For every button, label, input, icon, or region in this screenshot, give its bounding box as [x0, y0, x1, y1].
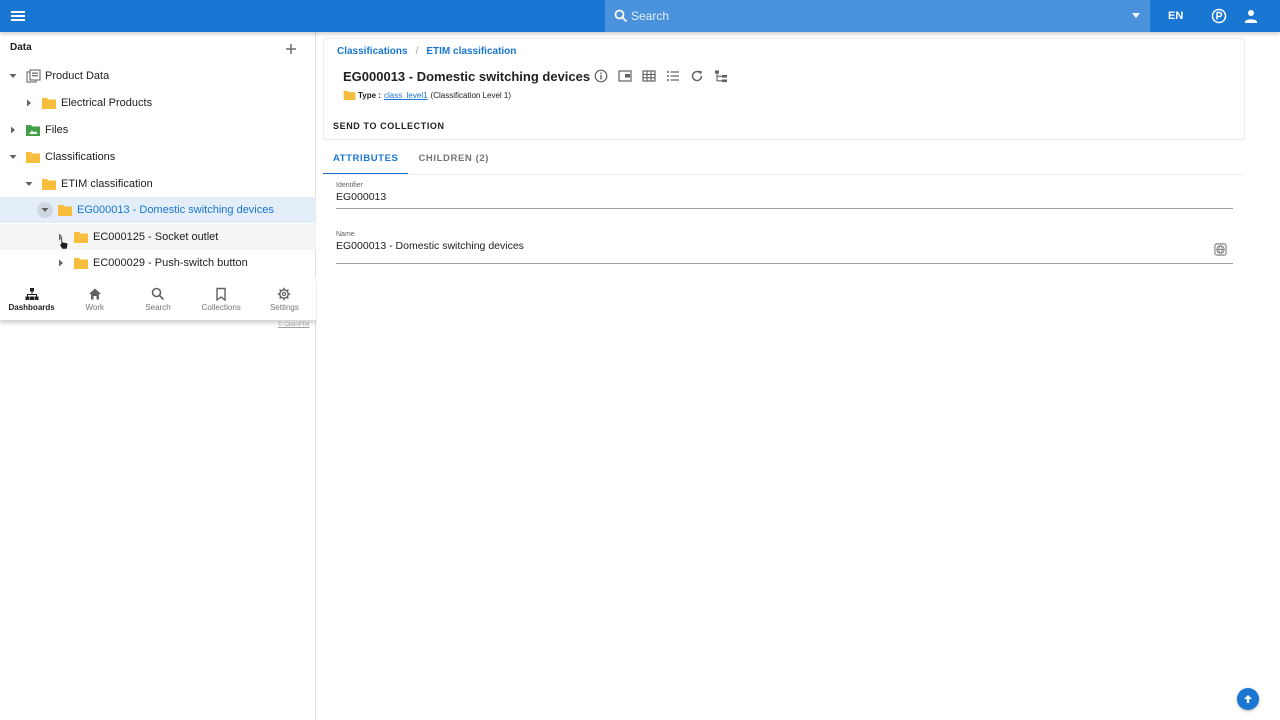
item-header-card: Classifications / ETIM classification EG…: [323, 38, 1245, 140]
top-app-bar: EN: [0, 0, 1280, 32]
product-data-icon: [26, 69, 41, 83]
folder-icon: [42, 179, 56, 190]
title-actions: [594, 69, 728, 83]
item-detail-panel: Classifications / ETIM classification EG…: [317, 32, 1280, 720]
language-selector[interactable]: EN: [1168, 10, 1183, 22]
list-icon[interactable]: [666, 69, 680, 83]
field-label: Identifier: [336, 182, 363, 189]
nav-work[interactable]: Work: [63, 278, 126, 320]
tab-children[interactable]: CHILDREN (2): [408, 146, 499, 175]
chevron-down-icon[interactable]: [22, 177, 36, 191]
chevron-down-icon[interactable]: [6, 150, 20, 164]
nav-label: Collections: [201, 302, 241, 312]
gear-icon: [278, 287, 291, 300]
tree-item-label: Product Data: [45, 70, 110, 82]
tree-item-label: EC000029 - Push-switch button: [93, 257, 248, 269]
page-title: EG000013 - Domestic switching devices: [343, 69, 591, 84]
breadcrumb-item[interactable]: Classifications: [337, 46, 408, 57]
open-window-icon[interactable]: [618, 69, 632, 83]
name-field[interactable]: Name EG000013 - Domestic switching devic…: [336, 231, 1233, 264]
breadcrumb: Classifications / ETIM classification: [337, 46, 516, 57]
copyright-link[interactable]: © OpenPIM: [278, 322, 309, 328]
tree-item-classifications[interactable]: Classifications: [0, 144, 316, 170]
image-folder-icon: [26, 125, 40, 136]
breadcrumb-separator: /: [415, 46, 419, 57]
nav-search[interactable]: Search: [126, 278, 189, 320]
nav-collections[interactable]: Collections: [190, 278, 253, 320]
info-icon[interactable]: [594, 69, 608, 83]
hierarchy-icon[interactable]: [714, 69, 728, 83]
folder-icon: [343, 90, 356, 100]
hamburger-menu-icon[interactable]: [8, 6, 28, 26]
data-tree-panel: Data Product Data Electrical Products Fi…: [0, 32, 316, 720]
tree-item-label: EG000013 - Domestic switching devices: [77, 204, 274, 216]
bookmark-icon: [216, 287, 226, 301]
folder-icon: [74, 232, 88, 243]
chevron-right-icon[interactable]: [54, 256, 68, 270]
nav-dashboards[interactable]: Dashboards: [0, 278, 63, 320]
identifier-field[interactable]: Identifier EG000013: [336, 182, 1233, 209]
chevron-down-icon[interactable]: [37, 202, 53, 218]
openpim-logo-icon[interactable]: [1211, 8, 1227, 24]
tree-item-product-data[interactable]: Product Data: [0, 63, 316, 89]
search-dropdown-icon[interactable]: [1132, 13, 1140, 18]
nav-label: Work: [85, 302, 105, 312]
send-to-collection-button[interactable]: SEND TO COLLECTION: [333, 121, 445, 131]
tab-divider: [323, 174, 1245, 175]
tree-item-etim-classification[interactable]: ETIM classification: [0, 171, 316, 197]
search-icon: [151, 287, 165, 300]
scroll-top-button[interactable]: [1237, 688, 1259, 710]
tree-item-electrical-products[interactable]: Electrical Products: [0, 90, 316, 116]
tree-item-eg000013[interactable]: EG000013 - Domestic switching devices: [0, 197, 316, 223]
search-bar: [605, 0, 1150, 32]
field-label: Name: [336, 231, 355, 238]
nav-label: Search: [145, 302, 171, 312]
type-description: (Classification Level 1): [430, 90, 512, 100]
nav-label: Settings: [269, 302, 299, 312]
tab-attributes[interactable]: ATTRIBUTES: [323, 146, 409, 175]
chevron-down-icon[interactable]: [6, 69, 20, 83]
tree-item-ec000125[interactable]: EC000125 - Socket outlet: [0, 224, 316, 250]
refresh-icon[interactable]: [690, 69, 704, 83]
field-value[interactable]: EG000013: [336, 191, 1233, 208]
search-icon: [614, 9, 628, 23]
language-globe-icon[interactable]: [1214, 243, 1227, 256]
nav-settings[interactable]: Settings: [253, 278, 316, 320]
type-link[interactable]: class_level1: [384, 91, 428, 100]
folder-icon: [26, 152, 40, 163]
table-icon[interactable]: [642, 69, 656, 83]
chevron-right-icon[interactable]: [22, 96, 36, 110]
field-value[interactable]: EG000013 - Domestic switching devices: [336, 240, 1233, 257]
tree-item-files[interactable]: Files: [0, 117, 316, 143]
tree-item-label: Electrical Products: [61, 97, 153, 109]
item-type-line: Type : class_level1 (Classification Leve…: [343, 90, 511, 100]
panel-header: Data: [10, 42, 32, 53]
add-icon[interactable]: [284, 42, 298, 56]
breadcrumb-item[interactable]: ETIM classification: [426, 46, 516, 57]
folder-icon: [58, 205, 72, 216]
home-icon: [88, 288, 101, 299]
mouse-cursor-icon: [59, 236, 69, 250]
tree-item-label: Classifications: [45, 151, 116, 163]
folder-icon: [42, 98, 56, 109]
chevron-right-icon[interactable]: [6, 123, 20, 137]
nav-label: Dashboards: [8, 302, 55, 312]
tree-item-label: Files: [45, 124, 69, 136]
detail-tabs: ATTRIBUTES CHILDREN (2): [323, 146, 499, 176]
type-label: Type :: [358, 90, 381, 100]
arrow-up-icon: [1244, 695, 1252, 703]
bottom-navigation: Dashboards Work Search Collections Setti…: [0, 278, 316, 320]
search-input[interactable]: [631, 0, 1111, 32]
dashboards-icon: [25, 287, 39, 300]
tree-item-ec000029[interactable]: EC000029 - Push-switch button: [0, 250, 316, 276]
folder-icon: [74, 258, 88, 269]
tree-item-label: ETIM classification: [61, 178, 153, 190]
user-account-icon[interactable]: [1243, 8, 1259, 24]
tree-item-label: EC000125 - Socket outlet: [93, 231, 219, 243]
